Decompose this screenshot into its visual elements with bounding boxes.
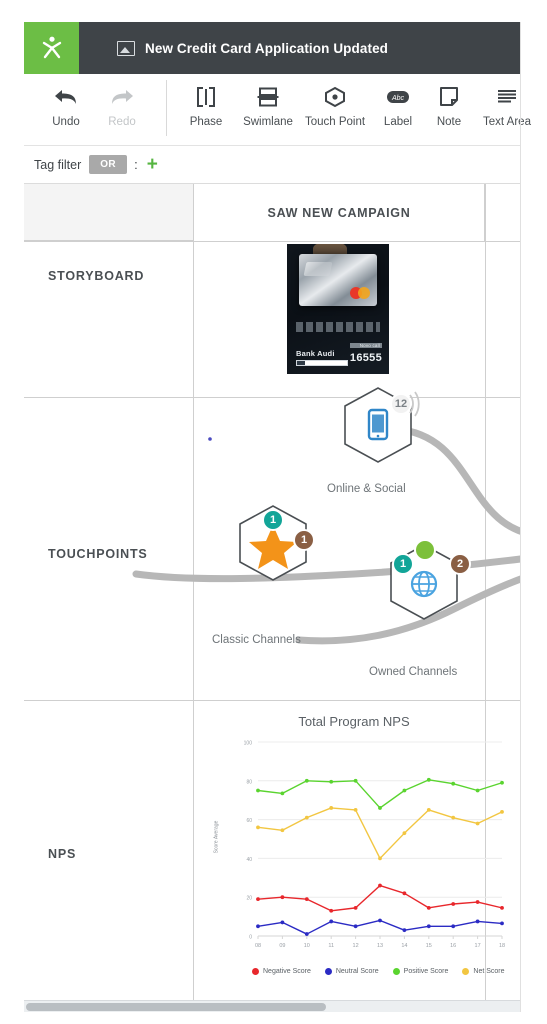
- legend-label: Neutral Score: [336, 968, 379, 975]
- svg-text:16: 16: [450, 943, 456, 949]
- scrollbar-thumb[interactable]: [26, 1003, 326, 1011]
- text-area-icon: [495, 83, 519, 111]
- svg-text:15: 15: [426, 943, 432, 949]
- note-label: Note: [437, 116, 461, 128]
- legend-label: Net Score: [473, 968, 504, 975]
- horizontal-scrollbar[interactable]: [24, 1000, 520, 1012]
- svg-text:11: 11: [328, 943, 334, 949]
- svg-text:10: 10: [304, 943, 310, 949]
- swimlane-icon: [256, 83, 280, 111]
- svg-text:14: 14: [401, 943, 407, 949]
- legend-item[interactable]: Negative Score: [252, 968, 311, 975]
- touchpoint-label-online-social: Online & Social: [327, 483, 406, 495]
- nps-chart[interactable]: Total Program NPS Score Average 02040608…: [224, 706, 520, 996]
- legend-label: Positive Score: [404, 968, 449, 975]
- svg-text:08: 08: [255, 943, 261, 949]
- legend-item[interactable]: Net Score: [462, 968, 504, 975]
- svg-text:12: 12: [353, 943, 359, 949]
- legend-swatch: [252, 968, 259, 975]
- toolbar: Undo Redo: [24, 74, 520, 146]
- touchpoint-hexagon-icon: [323, 83, 347, 111]
- badge-owned-channels-green[interactable]: [414, 539, 436, 561]
- image-icon: [117, 41, 135, 56]
- toolbar-history-group: Undo Redo: [24, 74, 150, 145]
- tag-filter-separator: :: [134, 157, 138, 172]
- image-button[interactable]: Ima: [541, 74, 547, 145]
- app-root: New Credit Card Application Updated Undo: [0, 0, 547, 1024]
- journey-ribbons: [136, 429, 520, 641]
- toolbar-insert-group: Phase Swimlane: [175, 74, 547, 145]
- tag-filter-operator-toggle[interactable]: OR: [89, 155, 127, 174]
- touch-point-button[interactable]: Touch Point: [299, 74, 371, 145]
- phase-button[interactable]: Phase: [175, 74, 237, 145]
- legend-label: Negative Score: [263, 968, 311, 975]
- svg-text:17: 17: [475, 943, 481, 949]
- stray-marker-dot: [208, 437, 212, 441]
- svg-text:09: 09: [279, 943, 285, 949]
- phase-icon: [194, 83, 218, 111]
- legend-item[interactable]: Neutral Score: [325, 968, 379, 975]
- touch-point-label: Touch Point: [305, 116, 365, 128]
- chart-title: Total Program NPS: [224, 714, 484, 729]
- text-area-button[interactable]: Text Area: [473, 74, 541, 145]
- badge-online-social-count[interactable]: 12: [390, 393, 412, 415]
- board-canvas[interactable]: SAW NEW CAMPAIGN STORYBOARD TOUCHPOINTS …: [24, 184, 520, 1000]
- label-button[interactable]: Abc Label: [371, 74, 425, 145]
- page-right-edge: [520, 22, 521, 1012]
- swimlane-label: Swimlane: [243, 116, 293, 128]
- badge-classic-channels-brown[interactable]: 1: [293, 529, 315, 551]
- tag-filter-label: Tag filter: [34, 158, 81, 172]
- svg-text:13: 13: [377, 943, 383, 949]
- redo-arrow-icon: [109, 83, 135, 111]
- label-abc-icon: Abc: [384, 83, 412, 111]
- undo-arrow-icon: [53, 83, 79, 111]
- app-logo[interactable]: [24, 22, 79, 74]
- person-x-logo-icon: [39, 35, 65, 61]
- badge-owned-channels-teal[interactable]: 1: [392, 553, 414, 575]
- svg-text:Abc: Abc: [391, 95, 405, 102]
- undo-button[interactable]: Undo: [38, 74, 94, 145]
- tag-filter-bar: Tag filter OR : +: [24, 146, 520, 184]
- add-tag-button[interactable]: +: [147, 155, 158, 174]
- redo-button[interactable]: Redo: [94, 74, 150, 145]
- badge-classic-channels-teal[interactable]: 1: [262, 509, 284, 531]
- legend-swatch: [325, 968, 332, 975]
- note-button[interactable]: Note: [425, 74, 473, 145]
- svg-text:18: 18: [499, 943, 505, 949]
- title-bar: New Credit Card Application Updated: [24, 22, 520, 74]
- chart-y-axis-label: Score Average: [213, 821, 219, 854]
- chart-plot-area: 0 20 40 60 80 100 08 09 10 11 12 13 14 15 16 17 18: [224, 732, 514, 962]
- phase-label: Phase: [190, 116, 223, 128]
- chart-legend: Negative Score Neutral Score Positive Scor…: [252, 968, 505, 975]
- svg-text:40: 40: [246, 857, 252, 863]
- svg-text:0: 0: [249, 935, 252, 941]
- legend-swatch: [393, 968, 400, 975]
- note-page-icon: [438, 83, 460, 111]
- touchpoint-label-owned-channels: Owned Channels: [369, 666, 457, 678]
- touchpoint-label-classic-channels: Classic Channels: [212, 634, 301, 646]
- svg-text:60: 60: [246, 818, 252, 824]
- swimlane-button[interactable]: Swimlane: [237, 74, 299, 145]
- redo-label: Redo: [108, 116, 136, 128]
- svg-text:100: 100: [244, 741, 253, 747]
- text-area-label: Text Area: [483, 116, 531, 128]
- legend-item[interactable]: Positive Score: [393, 968, 449, 975]
- svg-text:20: 20: [246, 896, 252, 902]
- toolbar-divider: [166, 80, 167, 136]
- window-title: New Credit Card Application Updated: [145, 41, 388, 56]
- svg-text:80: 80: [246, 779, 252, 785]
- legend-swatch: [462, 968, 469, 975]
- badge-owned-channels-brown[interactable]: 2: [449, 553, 471, 575]
- undo-label: Undo: [52, 116, 80, 128]
- label-label: Label: [384, 116, 412, 128]
